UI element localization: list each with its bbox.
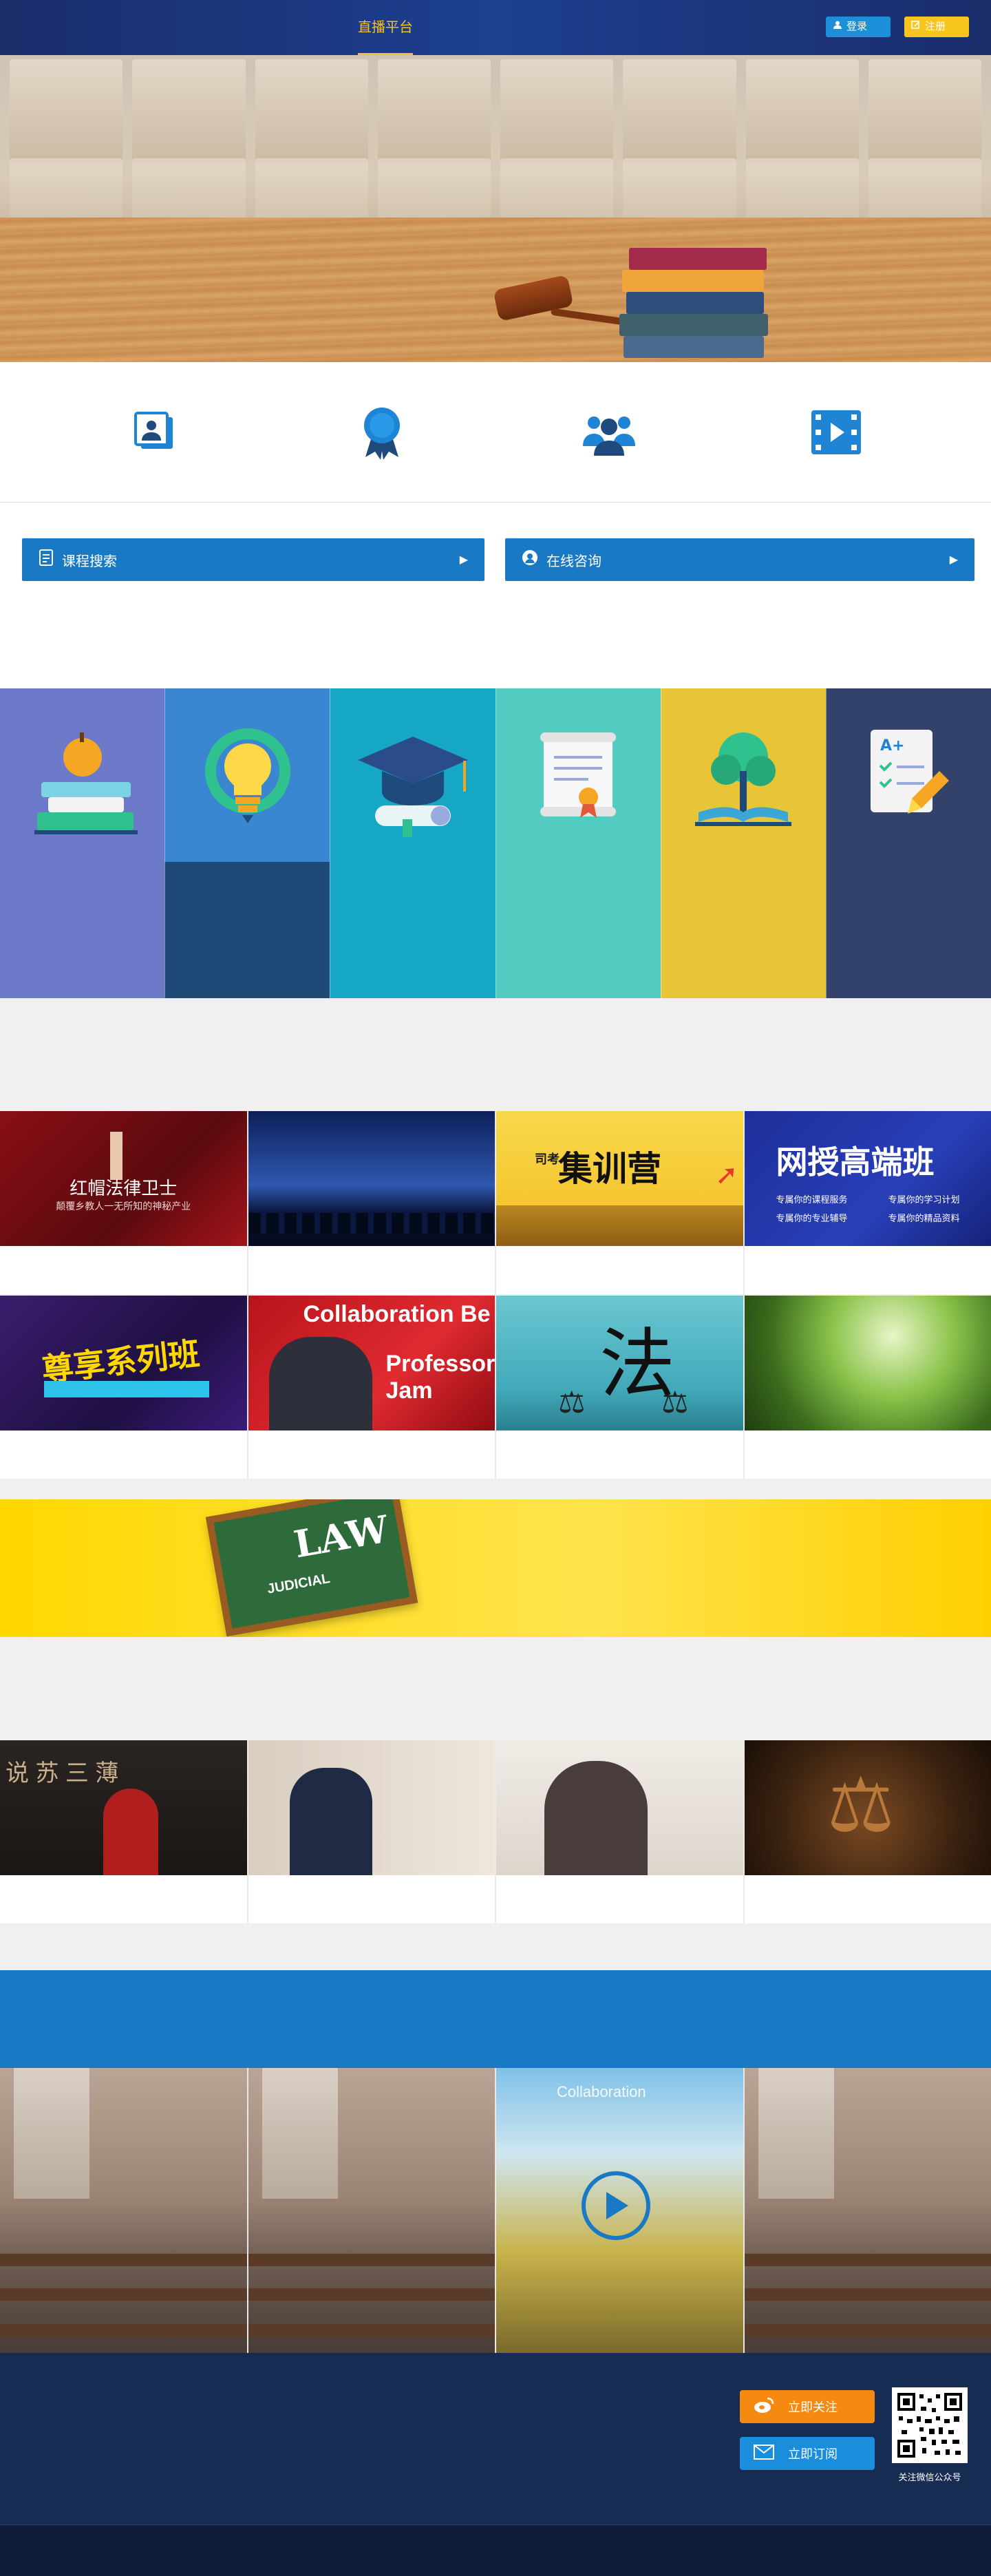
course-grid-row-2: 尊享系列班 Collaboration Be Professor Jam 法 ⚖…	[0, 1296, 991, 1479]
feature-tile-1[interactable]	[0, 688, 164, 998]
login-button[interactable]: 登录	[826, 17, 891, 37]
course-card[interactable]: 红帽法律卫士 颠覆乡教人一无所知的神秘产业	[0, 1111, 247, 1294]
user-icon	[833, 17, 842, 37]
online-consult-label: 在线咨询	[546, 550, 601, 570]
course-card[interactable]: 法 ⚖ ⚖	[495, 1296, 743, 1479]
course-card[interactable]	[743, 1296, 991, 1479]
card-prefix: 司考	[535, 1150, 560, 1168]
feature-tile-2[interactable]	[164, 688, 330, 998]
feature-item: 专属你的课程服务	[776, 1192, 877, 1205]
play-arrow-icon: ▶	[950, 553, 958, 567]
speaker-photo	[544, 1761, 648, 1875]
group-people-icon[interactable]	[582, 405, 637, 460]
course-card[interactable]: Collaboration Be Professor Jam	[247, 1296, 496, 1479]
card-subtitle: 颠覆乡教人一无所知的神秘产业	[0, 1199, 247, 1213]
weibo-icon	[754, 2397, 774, 2417]
play-arrow-icon: ▶	[460, 553, 468, 567]
footer-bottom-bar	[0, 2525, 991, 2576]
course-grid-row-1: 红帽法律卫士 颠覆乡教人一无所知的神秘产业 司考 集训营 ➚ 网授高端班 专属你…	[0, 1111, 991, 1294]
chalkboard: LAW JUDICIAL	[206, 1499, 418, 1636]
books-apple-icon	[28, 723, 138, 998]
qr-caption: 关注微信公众号	[892, 2470, 968, 2483]
course-card[interactable]: 尊享系列班	[0, 1296, 247, 1479]
subscribe-button[interactable]: 立即订阅	[740, 2437, 875, 2470]
classroom-card[interactable]	[0, 2068, 247, 2353]
scales-icon: ⚖	[661, 1385, 688, 1420]
profile-card-icon[interactable]	[127, 405, 182, 460]
card-title: 集训营	[558, 1141, 661, 1191]
document-icon	[39, 549, 54, 570]
lecturer-card[interactable]: ⚖	[743, 1740, 991, 1923]
graduation-cap-icon	[354, 723, 471, 998]
featured-video-card[interactable]: Collaboration	[495, 2068, 743, 2353]
course-card[interactable]	[247, 1111, 496, 1294]
lecturer-card[interactable]: 说 苏 三 薄	[0, 1740, 247, 1923]
feature-tile-5[interactable]	[661, 688, 826, 998]
classroom-card[interactable]	[247, 2068, 496, 2353]
speaker-photo	[290, 1768, 372, 1875]
diploma-scroll-icon	[526, 723, 630, 998]
law-label: LAW	[290, 1507, 392, 1567]
search-section: 课程搜索 ▶ 在线咨询 ▶	[0, 503, 991, 688]
course-search-bar[interactable]: 课程搜索 ▶	[22, 538, 484, 581]
card-title: 说 苏 三 薄	[6, 1754, 118, 1788]
video-film-icon[interactable]	[809, 405, 864, 460]
subscribe-label: 立即订阅	[788, 2445, 838, 2462]
course-card[interactable]: 司考 集训营 ➚	[495, 1111, 743, 1294]
feature-item: 专属你的精品资料	[888, 1211, 990, 1224]
lecturer-grid: 说 苏 三 薄 ⚖	[0, 1740, 991, 1923]
speaker-photo	[269, 1337, 372, 1430]
lecturer-card[interactable]	[495, 1740, 743, 1923]
award-ribbon-icon[interactable]	[354, 405, 409, 460]
footer: 立即关注 立即订阅 关注微信公众号	[0, 2353, 991, 2525]
quick-icon-bar	[0, 362, 991, 503]
grade-checklist-icon: A+	[857, 723, 960, 998]
wooden-table	[0, 218, 991, 362]
wechat-qr-code	[892, 2387, 968, 2463]
top-navigation: 直播平台 登录 注册	[0, 0, 991, 55]
register-label: 注册	[925, 17, 946, 37]
feature-tile-3[interactable]	[330, 688, 495, 998]
arrow-up-icon: ➚	[715, 1159, 738, 1191]
svg-text:A+: A+	[880, 737, 904, 754]
classroom-gallery: Collaboration	[0, 2068, 991, 2353]
card-title: 红帽法律卫士	[0, 1174, 247, 1200]
feature-tile-6[interactable]: A+	[826, 688, 991, 998]
speaker-photo	[103, 1788, 158, 1875]
featured-label: Collaboration	[557, 2083, 646, 2101]
pillar-icon	[110, 1132, 122, 1180]
chat-person-icon	[522, 549, 538, 570]
lecturer-card[interactable]	[247, 1740, 496, 1923]
gavel-icon: ⚖	[827, 1761, 895, 1849]
hero-banner	[0, 55, 991, 362]
card-title: 网授高端班	[776, 1137, 935, 1183]
feature-tiles: A+	[0, 688, 991, 998]
judicial-label: JUDICIAL	[266, 1571, 332, 1598]
login-label: 登录	[846, 17, 867, 37]
card-subtitle: Professor Jam	[386, 1351, 496, 1404]
scales-icon: ⚖	[558, 1385, 585, 1420]
follow-label: 立即关注	[788, 2398, 838, 2416]
edit-icon	[911, 17, 921, 37]
play-button[interactable]	[582, 2171, 650, 2240]
section-divider-band	[0, 1970, 991, 2068]
feature-item: 专属你的学习计划	[888, 1192, 990, 1205]
classroom-card[interactable]	[743, 2068, 991, 2353]
register-button[interactable]: 注册	[904, 17, 969, 37]
course-search-label: 课程搜索	[62, 550, 117, 570]
mail-icon	[754, 2445, 774, 2463]
tree-book-icon	[685, 723, 802, 998]
card-title: Collaboration Be	[303, 1301, 491, 1328]
lightbulb-gear-icon	[200, 723, 296, 998]
feature-item: 专属你的专业辅导	[776, 1211, 877, 1224]
law-banner: LAW JUDICIAL	[0, 1499, 991, 1637]
nav-live-platform-link[interactable]: 直播平台	[358, 0, 413, 55]
follow-weibo-button[interactable]: 立即关注	[740, 2390, 875, 2423]
feature-tile-4[interactable]	[496, 688, 661, 998]
book-stack-icon	[629, 248, 767, 270]
online-consult-bar[interactable]: 在线咨询 ▶	[505, 538, 974, 581]
course-card[interactable]: 网授高端班 专属你的课程服务 专属你的学习计划 专属你的专业辅导 专属你的精品资…	[743, 1111, 991, 1294]
